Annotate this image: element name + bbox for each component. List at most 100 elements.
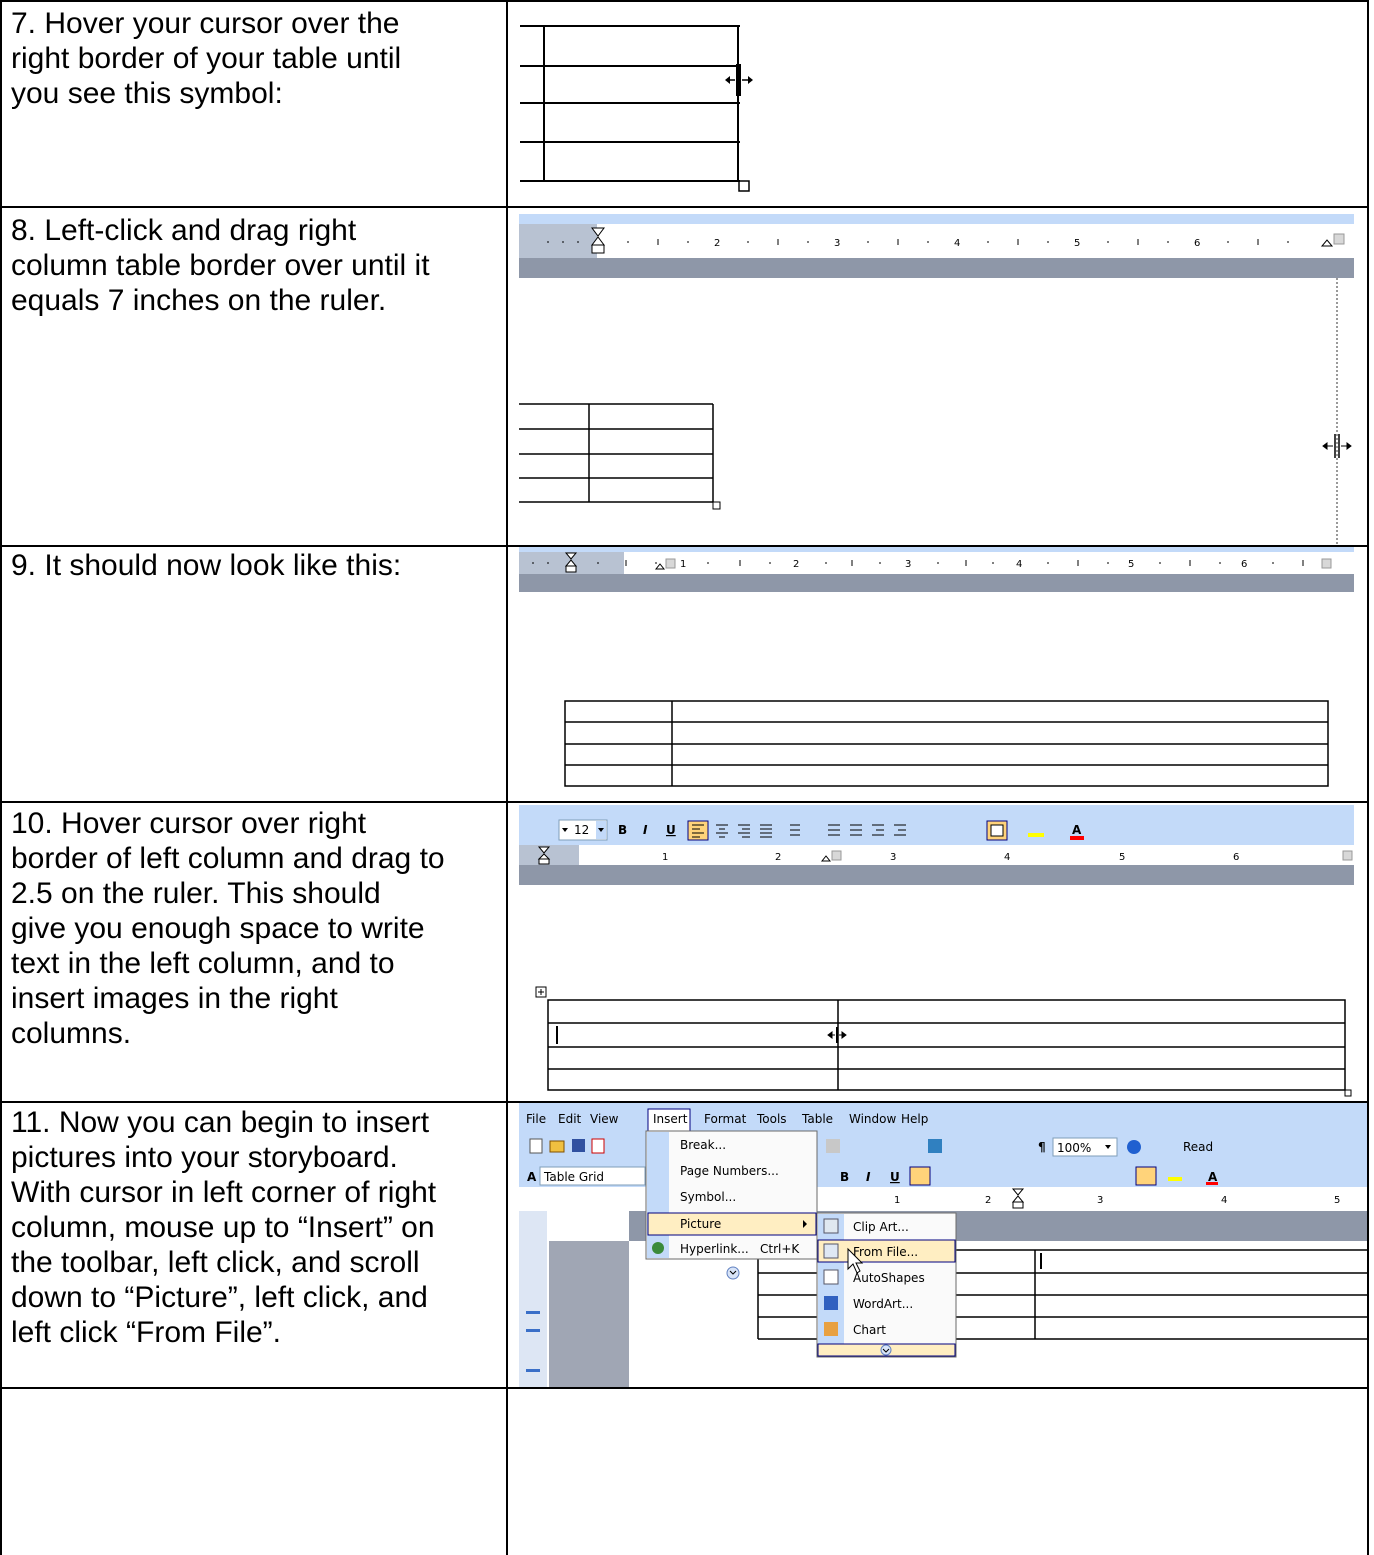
ruler [519,224,1354,258]
zoom-value: 100% [1057,1141,1091,1155]
submenu-chart[interactable]: Chart [853,1323,886,1337]
paste-icon[interactable] [826,1139,840,1153]
menu-table[interactable]: Table [801,1112,833,1126]
submenu-from-file[interactable]: From File... [853,1245,918,1259]
step-11-screenshot: File Edit View Insert Format Tools Table… [508,1103,1367,1387]
ruler-number: 4 [1004,852,1010,863]
step-10-screenshot: 12 B I U A 1 2 3 4 5 6 [508,803,1367,1101]
table-move-handle-icon[interactable] [535,986,547,998]
font-color-icon[interactable]: A [1208,1170,1218,1184]
table-border-right [1367,0,1369,1555]
picture-submenu: Clip Art... From File... AutoShapes Word… [816,1212,957,1358]
step-7-text: 7. Hover your cursor over the right bord… [11,7,402,110]
mini-table-drawing [520,25,753,192]
borders-button[interactable] [986,820,1008,841]
chart-icon [824,1322,838,1336]
italic-button[interactable]: I [643,823,648,837]
ruler-number: 2 [775,852,781,863]
save-icon[interactable] [572,1139,585,1152]
menu-item-picture[interactable]: Picture [680,1217,721,1231]
font-size-dropdown[interactable]: 12 [558,819,608,841]
step-9-screenshot: 1 2 3 4 5 6 [508,547,1367,801]
ruler-number: 1 [662,852,668,863]
bold-button[interactable]: B [840,1170,849,1184]
ruler-number: 5 [1334,1195,1340,1206]
ruler-number: 2 [793,559,799,570]
ruler-number: 1 [680,559,686,570]
menu-item-picture-highlight [647,1212,817,1236]
step-8-text: 8. Left-click and drag right column tabl… [11,214,430,317]
underline-button[interactable]: U [666,823,676,837]
ruler-number: 6 [1241,559,1247,570]
autoshapes-icon [823,1269,839,1285]
menu-tools[interactable]: Tools [756,1112,787,1126]
open-folder-icon[interactable] [549,1140,565,1153]
insert-menu: Break... Page Numbers... Symbol... Pictu… [645,1130,818,1260]
menu-file[interactable]: File [526,1112,546,1126]
wordart-icon [824,1296,838,1310]
align-left-button[interactable] [909,1166,931,1186]
highlight-icon[interactable] [1028,833,1044,837]
hyperlink-shortcut: Ctrl+K [760,1242,800,1256]
borders-button[interactable] [1135,1166,1157,1186]
step-9-text: 9. It should now look like this: [11,549,402,582]
ruler-number: 3 [1097,1195,1103,1206]
resize-cursor-icon [725,64,753,96]
menu-insert[interactable]: Insert [653,1112,688,1126]
menu-view[interactable]: View [590,1112,619,1126]
resize-cursor-icon [827,1027,847,1043]
ruler-number: 3 [905,559,911,570]
new-document-icon[interactable] [529,1138,543,1154]
menu-item-break[interactable]: Break... [680,1138,726,1152]
font-color-icon[interactable]: A [1072,823,1082,837]
step-10-text: 10. Hover cursor over right border of le… [11,807,445,1050]
table-border-left [0,0,2,1555]
menu-window[interactable]: Window [849,1112,897,1126]
step-8-screenshot: 2 3 4 5 6 [508,208,1367,545]
ruler-number: 4 [1016,559,1022,570]
print-preview-icon[interactable] [591,1138,605,1154]
show-formatting-button[interactable]: ¶ [1038,1140,1046,1154]
expand-chevron-icon[interactable] [726,1266,740,1280]
highlight-icon[interactable] [1168,1177,1182,1181]
menu-help[interactable]: Help [901,1112,928,1126]
ruler-number: 6 [1194,238,1200,249]
underline-button[interactable]: U [890,1170,900,1184]
ruler-number: 4 [954,238,960,249]
ruler-number: 3 [834,238,840,249]
styles-icon: A [527,1170,537,1184]
italic-button[interactable]: I [866,1170,871,1184]
submenu-clip-art[interactable]: Clip Art... [853,1220,909,1234]
ruler-number: 3 [890,852,896,863]
menu-item-symbol[interactable]: Symbol... [680,1190,736,1204]
font-size-value: 12 [574,823,589,837]
menu-item-page-numbers[interactable]: Page Numbers... [680,1164,779,1178]
insert-table-icon[interactable] [928,1139,942,1153]
text-cursor [1040,1253,1042,1269]
empty-image-cell [508,1389,1367,1555]
ruler-number: 2 [714,238,720,249]
style-value: Table Grid [543,1170,604,1184]
ruler-number: 2 [985,1195,991,1206]
ruler [519,845,1354,865]
ruler-number: 5 [1128,559,1134,570]
submenu-autoshapes[interactable]: AutoShapes [853,1271,925,1285]
align-left-button[interactable] [687,820,709,841]
expand-chevron-icon[interactable] [880,1344,892,1356]
menu-edit[interactable]: Edit [558,1112,582,1126]
ruler [519,552,1354,574]
ruler-number: 4 [1221,1195,1227,1206]
clip-art-icon [823,1218,839,1234]
ruler-number: 1 [894,1195,900,1206]
help-icon[interactable] [1127,1140,1141,1154]
hyperlink-icon [652,1242,664,1254]
from-file-icon [823,1243,839,1259]
bold-button[interactable]: B [618,823,627,837]
submenu-wordart[interactable]: WordArt... [853,1297,913,1311]
read-button[interactable]: Read [1183,1140,1213,1154]
text-cursor [556,1026,558,1044]
menu-item-hyperlink[interactable]: Hyperlink... [680,1242,749,1256]
ruler-number: 5 [1119,852,1125,863]
vertical-ruler [519,1211,547,1387]
menu-format[interactable]: Format [704,1112,747,1126]
